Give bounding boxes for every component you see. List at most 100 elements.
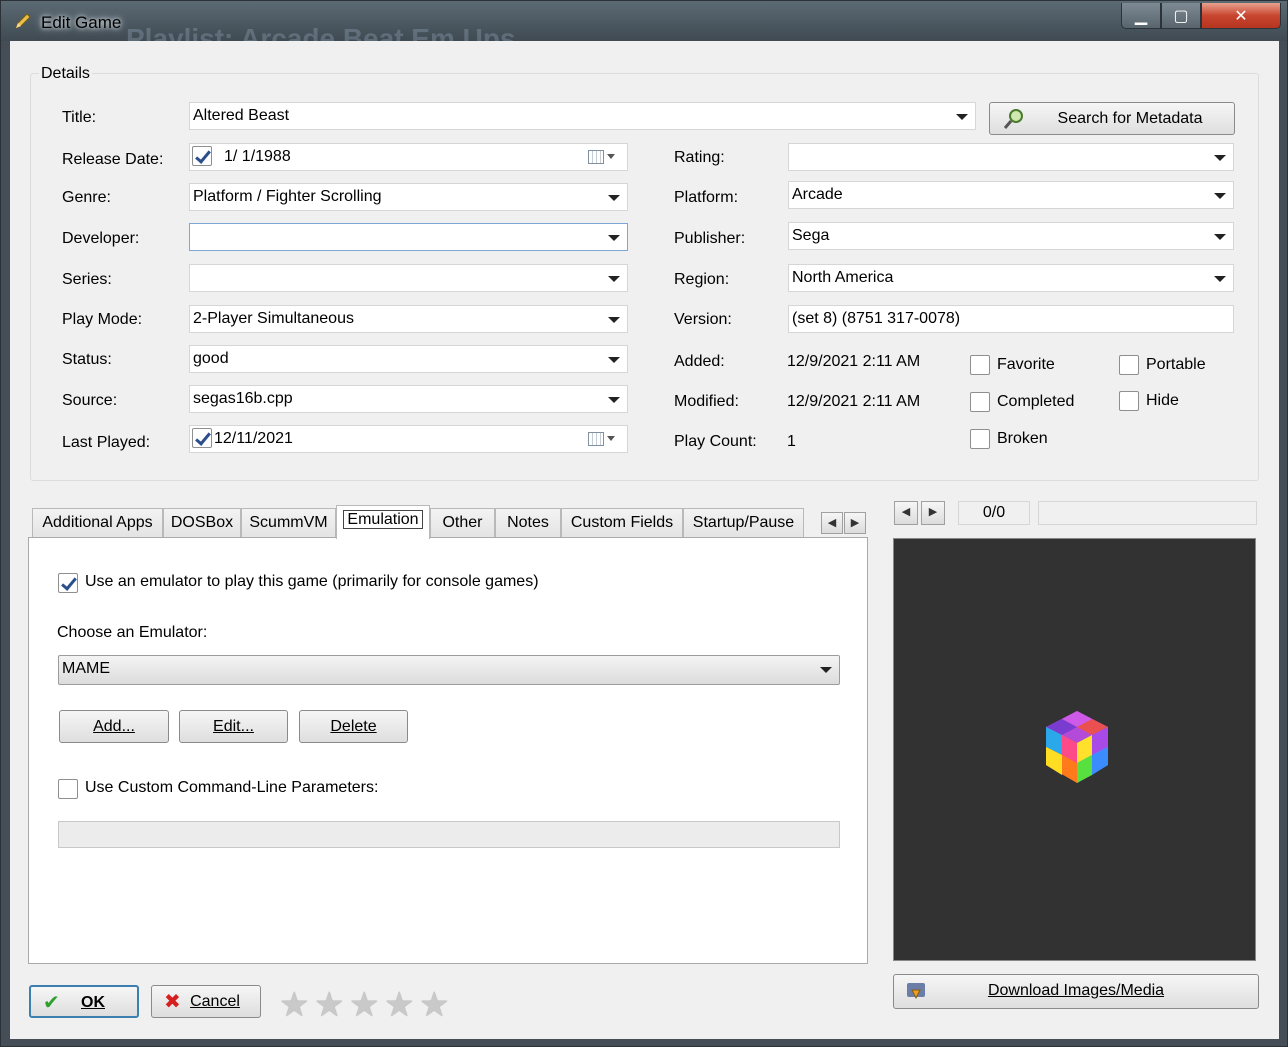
tab-other[interactable]: Other xyxy=(430,508,495,538)
emulator-combobox[interactable]: MAME xyxy=(58,655,840,685)
cancel-button[interactable]: ✖ Cancel xyxy=(151,985,261,1018)
broken-label: Broken xyxy=(997,430,1048,447)
tab-scroll-left-button[interactable]: ◀ xyxy=(821,512,843,534)
play-count-label: Play Count: xyxy=(674,433,757,450)
chevron-down-icon xyxy=(608,397,620,403)
custom-params-checkbox[interactable] xyxy=(58,779,78,799)
custom-params-input[interactable] xyxy=(58,821,840,848)
title-bar[interactable]: Playlist: Arcade Beat Em Ups Edit Game ▁… xyxy=(1,1,1287,54)
source-combobox[interactable]: segas16b.cpp xyxy=(189,385,628,413)
ok-label: OK xyxy=(81,994,105,1011)
added-label: Added: xyxy=(674,353,725,370)
modified-value: 12/9/2021 2:11 AM xyxy=(787,393,921,410)
play-mode-label: Play Mode: xyxy=(62,311,143,328)
last-played-picker[interactable]: 12/11/2021 xyxy=(189,425,628,453)
maximize-icon: ▢ xyxy=(1173,8,1189,25)
region-combobox[interactable]: North America xyxy=(788,264,1234,292)
region-label: Region: xyxy=(674,271,730,288)
image-preview[interactable] xyxy=(893,538,1256,961)
media-prev-button[interactable]: ◀ xyxy=(894,501,918,525)
platform-combobox[interactable]: Arcade xyxy=(788,181,1234,209)
media-counter: 0/0 xyxy=(958,501,1030,525)
download-icon xyxy=(907,983,925,1000)
use-emulator-label: Use an emulator to play this game (prima… xyxy=(85,573,539,590)
tab-scummvm[interactable]: ScummVM xyxy=(241,508,336,538)
tab-emulation[interactable]: Emulation xyxy=(336,505,430,539)
chevron-down-icon xyxy=(608,195,620,201)
download-media-button[interactable]: Download Images/Media xyxy=(893,974,1259,1009)
launchbox-cube-icon xyxy=(1046,711,1108,783)
series-combobox[interactable] xyxy=(189,264,628,292)
play-mode-value: 2-Player Simultaneous xyxy=(193,310,354,327)
rating-combobox[interactable] xyxy=(788,143,1234,171)
completed-checkbox[interactable] xyxy=(970,392,990,412)
ok-button[interactable]: ✔ OK xyxy=(29,985,139,1018)
window-title: Edit Game xyxy=(41,13,122,32)
chevron-down-icon xyxy=(956,114,968,120)
chevron-down-icon xyxy=(820,667,832,673)
genre-value: Platform / Fighter Scrolling xyxy=(193,188,382,205)
search-metadata-button[interactable]: Search for Metadata xyxy=(989,102,1235,135)
platform-label: Platform: xyxy=(674,189,739,206)
media-next-button[interactable]: ▶ xyxy=(921,501,945,525)
dialog-client-area: Details Title: Release Date: Genre: Deve… xyxy=(10,41,1279,1039)
delete-emulator-label: Delete xyxy=(330,718,377,735)
portable-checkbox[interactable] xyxy=(1119,355,1139,375)
search-metadata-label: Search for Metadata xyxy=(1057,110,1203,127)
edit-game-window: Playlist: Arcade Beat Em Ups Edit Game ▁… xyxy=(0,0,1288,1047)
hide-label: Hide xyxy=(1146,392,1179,409)
play-mode-combobox[interactable]: 2-Player Simultaneous xyxy=(189,305,628,333)
tab-additional-apps[interactable]: Additional Apps xyxy=(32,508,163,538)
title-label: Title: xyxy=(62,109,97,126)
minimize-icon: ▁ xyxy=(1134,8,1148,25)
calendar-icon[interactable] xyxy=(588,150,604,164)
tab-scroll-right-button[interactable]: ▶ xyxy=(844,512,866,534)
x-icon: ✖ xyxy=(164,991,181,1013)
add-emulator-button[interactable]: Add... xyxy=(59,710,169,743)
rating-star-4[interactable]: ★ xyxy=(384,985,414,1025)
custom-params-label: Use Custom Command-Line Parameters: xyxy=(85,779,379,796)
source-label: Source: xyxy=(62,392,118,409)
minimize-button[interactable]: ▁ xyxy=(1121,3,1161,29)
emulator-value: MAME xyxy=(62,660,110,677)
rating-star-5[interactable]: ★ xyxy=(419,985,449,1025)
source-value: segas16b.cpp xyxy=(193,390,293,407)
pencil-icon xyxy=(15,13,31,29)
developer-combobox[interactable] xyxy=(189,223,628,251)
maximize-button[interactable]: ▢ xyxy=(1161,3,1201,29)
publisher-combobox[interactable]: Sega xyxy=(788,222,1234,250)
status-combobox[interactable]: good xyxy=(189,345,628,373)
version-value: (set 8) (8751 317-0078) xyxy=(792,310,961,327)
release-date-picker[interactable]: 1/ 1/1988 xyxy=(189,143,628,171)
version-input[interactable]: (set 8) (8751 317-0078) xyxy=(788,305,1234,333)
modified-label: Modified: xyxy=(674,393,739,410)
genre-combobox[interactable]: Platform / Fighter Scrolling xyxy=(189,183,628,211)
arrow-left-icon: ◀ xyxy=(901,506,911,518)
chevron-down-icon xyxy=(1214,193,1226,199)
chevron-down-icon xyxy=(1214,234,1226,240)
use-emulator-checkbox[interactable] xyxy=(58,573,78,593)
delete-emulator-button[interactable]: Delete xyxy=(299,710,408,743)
tab-dosbox[interactable]: DOSBox xyxy=(163,508,241,538)
rating-star-2[interactable]: ★ xyxy=(314,985,344,1025)
hide-checkbox[interactable] xyxy=(1119,391,1139,411)
release-date-checkbox[interactable] xyxy=(192,146,212,166)
last-played-checkbox[interactable] xyxy=(192,428,212,448)
edit-emulator-button[interactable]: Edit... xyxy=(179,710,288,743)
broken-checkbox[interactable] xyxy=(970,429,990,449)
arrow-right-icon: ▶ xyxy=(928,506,938,518)
title-value: Altered Beast xyxy=(193,107,290,124)
portable-label: Portable xyxy=(1146,356,1206,373)
favorite-checkbox[interactable] xyxy=(970,355,990,375)
title-combobox[interactable]: Altered Beast xyxy=(189,102,976,130)
close-icon: ✕ xyxy=(1234,8,1248,25)
calendar-icon[interactable] xyxy=(588,432,604,446)
close-button[interactable]: ✕ xyxy=(1201,3,1281,29)
tab-custom-fields[interactable]: Custom Fields xyxy=(561,508,683,538)
platform-value: Arcade xyxy=(792,186,843,203)
tab-notes[interactable]: Notes xyxy=(495,508,561,538)
tab-startup-pause[interactable]: Startup/Pause xyxy=(683,508,804,538)
rating-star-3[interactable]: ★ xyxy=(349,985,379,1025)
download-media-label: Download Images/Media xyxy=(987,982,1165,999)
rating-star-1[interactable]: ★ xyxy=(279,985,309,1025)
